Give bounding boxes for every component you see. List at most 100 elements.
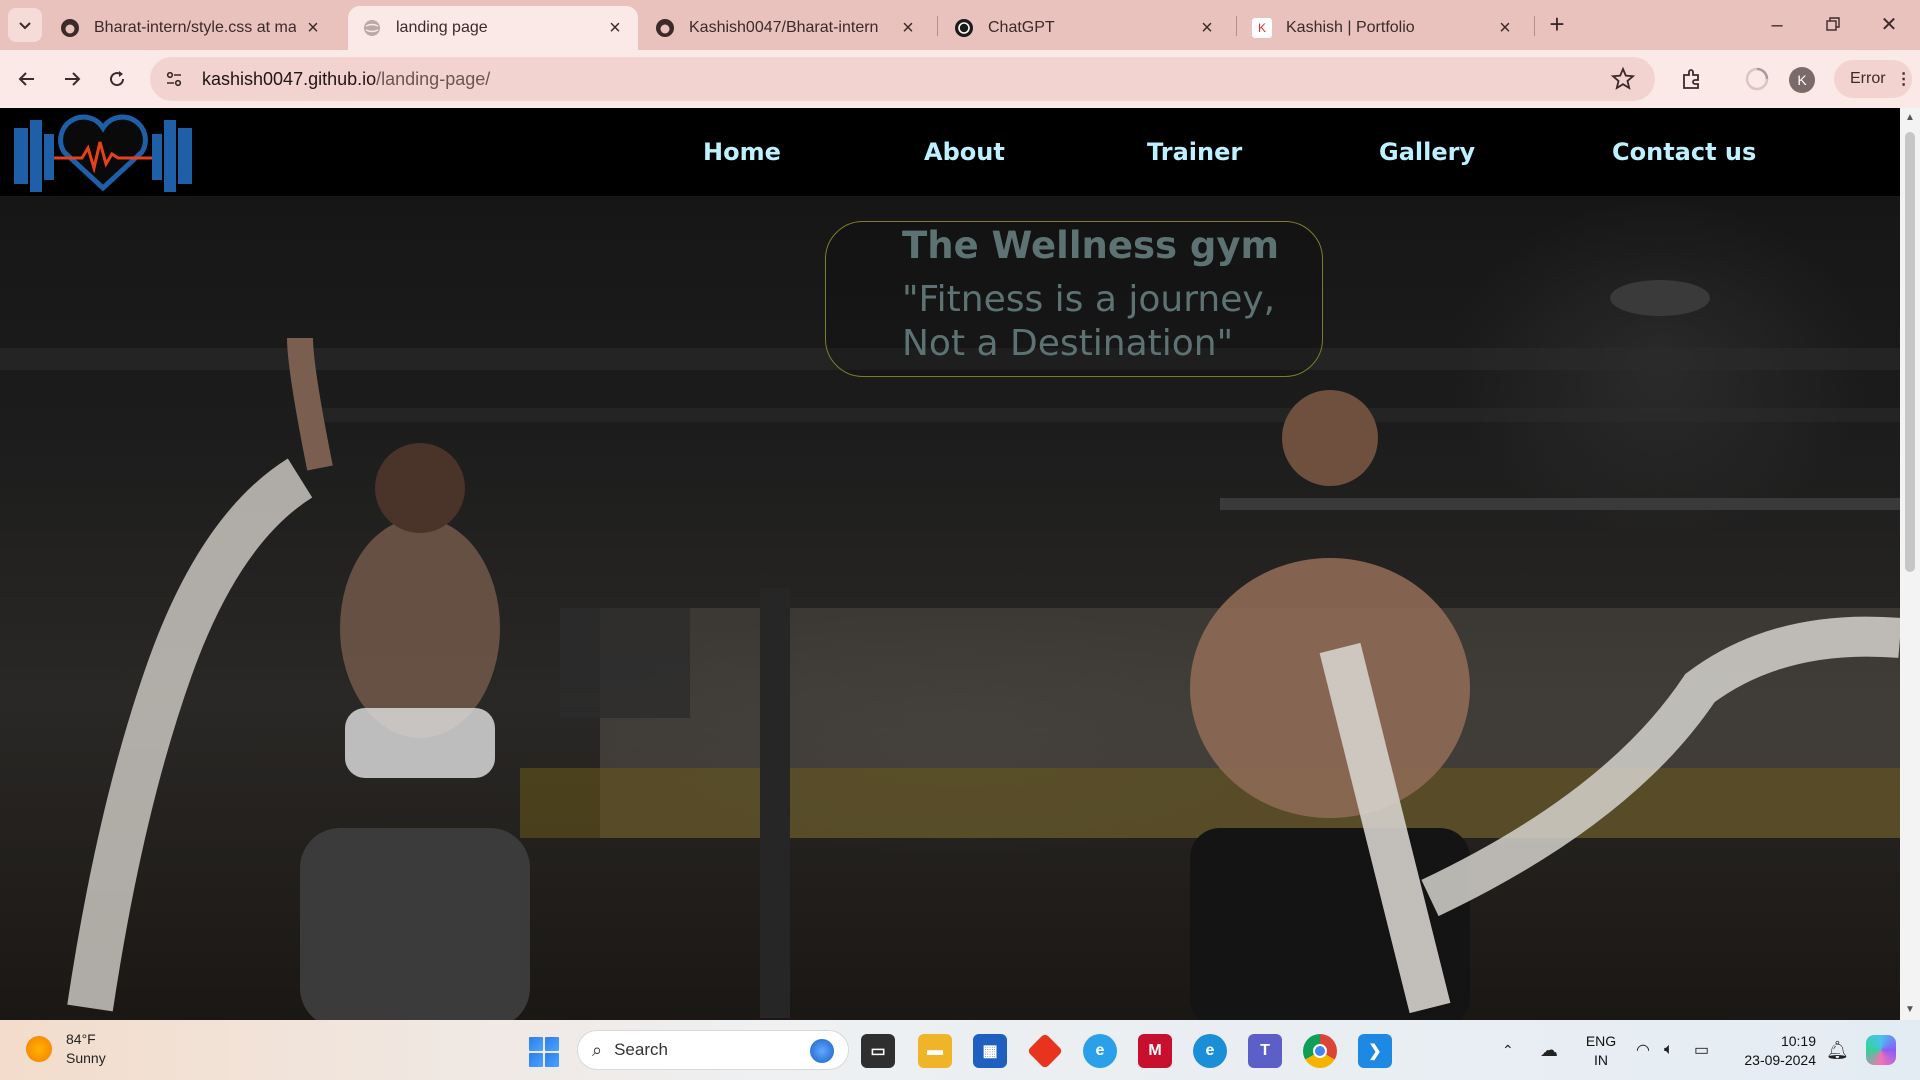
loading-spinner-icon (1742, 64, 1772, 94)
hero-card: The Wellness gym "Fitness is a journey, … (825, 221, 1323, 377)
restore-icon (1826, 17, 1840, 31)
mcafee-icon[interactable]: M (1138, 1034, 1172, 1068)
scroll-up-icon[interactable]: ▲ (1904, 112, 1916, 123)
hero-quote: "Fitness is a journey, Not a Destination… (902, 279, 1276, 364)
reload-icon (110, 71, 125, 87)
more-vert-icon: ⋮ (1895, 71, 1912, 88)
tab-portfolio[interactable]: K Kashish | Portfolio × (1238, 6, 1528, 50)
close-icon[interactable]: × (606, 17, 624, 40)
close-icon[interactable]: × (304, 17, 322, 40)
close-icon[interactable]: × (899, 17, 917, 40)
error-button[interactable]: Error ⋮ (1834, 60, 1912, 98)
windows-taskbar: 84°F Sunny ⌕ Search ▭ ▬ ▦ e M e T ❯ ⌃ ☁ … (0, 1020, 1920, 1080)
address-bar[interactable]: kashish0047.github.io/landing-page/ (150, 57, 1655, 101)
chevron-down-icon (19, 22, 31, 30)
arrow-right-icon (65, 72, 81, 86)
tab-title: Kashish | Portfolio (1286, 19, 1415, 36)
gym-heart-logo[interactable] (14, 114, 194, 194)
arrow-left-icon (18, 72, 34, 86)
battery-icon[interactable]: ▭ (1694, 1020, 1709, 1080)
notification-bell-icon[interactable]: 🔔︎ (1826, 1020, 1849, 1080)
volume-icon[interactable]: 🔈︎ (1664, 1020, 1674, 1080)
tab-title: Bharat-intern/style.css at main · (94, 19, 296, 36)
screen: Bharat-intern/style.css at main · × land… (0, 0, 1920, 1080)
weather-widget[interactable]: 84°F Sunny (26, 1030, 106, 1068)
language-region: IN (1594, 1052, 1608, 1068)
clock-time: 10:19 (1780, 1033, 1816, 1049)
onedrive-icon[interactable]: ☁ (1540, 1020, 1558, 1080)
wifi-icon[interactable]: ◠ (1636, 1020, 1650, 1080)
nav-link-trainer[interactable]: Trainer (1147, 138, 1242, 166)
nav-link-home[interactable]: Home (703, 138, 781, 166)
restore-button[interactable] (1808, 10, 1858, 40)
weather-condition: Sunny (66, 1050, 106, 1066)
browser-toolbar: kashish0047.github.io/landing-page/ (0, 50, 1920, 108)
tab-bharat-intern[interactable]: Kashish0047/Bharat-intern × (641, 6, 931, 50)
tab-style-css[interactable]: Bharat-intern/style.css at main · × (46, 6, 336, 50)
taskbar-search-placeholder: Search (614, 1040, 668, 1059)
nav-link-gallery[interactable]: Gallery (1379, 138, 1475, 166)
site-info-icon[interactable] (154, 59, 194, 99)
tab-landing-page[interactable]: landing page × (348, 6, 638, 50)
hero-title: The Wellness gym (902, 224, 1280, 267)
close-icon[interactable]: × (1496, 17, 1514, 40)
url-text: kashish0047.github.io/landing-page/ (202, 69, 490, 90)
chatgpt-icon (954, 18, 974, 38)
tab-separator (1236, 16, 1237, 36)
language-indicator[interactable]: ENG IN (1584, 1032, 1618, 1070)
bookmark-star-icon[interactable] (1609, 65, 1637, 93)
page-scrollbar[interactable]: ▲ ▼ (1900, 108, 1920, 1020)
tab-title: ChatGPT (988, 19, 1055, 36)
tab-search-button[interactable] (8, 8, 42, 42)
extensions-icon[interactable] (1677, 64, 1707, 94)
tab-title: landing page (396, 19, 488, 36)
copilot-icon[interactable] (1866, 1020, 1896, 1080)
nav-link-about[interactable]: About (924, 138, 1005, 166)
edge-icon[interactable]: e (1193, 1034, 1227, 1068)
error-label: Error (1850, 70, 1886, 87)
weather-temperature: 84°F (66, 1031, 96, 1047)
site-navbar: Home About Trainer Gallery Contact us (0, 108, 1900, 196)
tab-separator (937, 16, 938, 36)
globe-icon (362, 18, 382, 38)
minimize-button[interactable]: – (1752, 10, 1802, 40)
bing-globe-icon (810, 1039, 834, 1063)
nav-link-contact[interactable]: Contact us (1612, 138, 1756, 166)
tab-separator (1534, 16, 1535, 36)
forward-button[interactable] (55, 62, 89, 96)
office-icon[interactable] (1026, 1032, 1064, 1070)
profile-avatar[interactable]: K (1789, 67, 1815, 93)
vscode-icon[interactable]: ❯ (1358, 1034, 1392, 1068)
tab-title: Kashish0047/Bharat-intern (689, 19, 879, 36)
tab-chatgpt[interactable]: ChatGPT × (940, 6, 1230, 50)
close-window-button[interactable]: ✕ (1864, 10, 1914, 40)
search-icon: ⌕ (592, 1039, 603, 1060)
close-icon[interactable]: × (1198, 17, 1216, 40)
sun-icon (26, 1036, 52, 1062)
task-view-icon[interactable]: ▭ (861, 1034, 895, 1068)
show-hidden-icons[interactable]: ⌃ (1502, 1020, 1514, 1080)
browser-tab-strip: Bharat-intern/style.css at main · × land… (0, 0, 1920, 50)
k-icon: K (1252, 18, 1272, 38)
microsoft-store-icon[interactable]: ▦ (973, 1034, 1007, 1068)
scroll-thumb[interactable] (1905, 132, 1915, 572)
url-path: /landing-page/ (376, 68, 491, 89)
new-tab-button[interactable]: + (1542, 10, 1572, 40)
edge-beta-icon[interactable]: e (1083, 1034, 1117, 1068)
weather-text: 84°F Sunny (66, 1030, 106, 1068)
back-button[interactable] (10, 62, 44, 96)
teams-icon[interactable]: T (1248, 1034, 1282, 1068)
scroll-down-icon[interactable]: ▼ (1904, 1004, 1916, 1015)
clock-date: 23-09-2024 (1744, 1052, 1816, 1068)
taskbar-search-box[interactable]: ⌕ Search (577, 1030, 849, 1070)
windows-start-icon[interactable] (529, 1037, 559, 1067)
chrome-icon[interactable] (1303, 1034, 1337, 1068)
web-page: Home About Trainer Gallery Contact us Th… (0, 108, 1900, 1020)
github-icon (655, 18, 675, 38)
github-icon (60, 18, 80, 38)
reload-button[interactable] (100, 62, 134, 96)
taskbar-clock[interactable]: 10:19 23-09-2024 (1736, 1032, 1816, 1070)
file-explorer-icon[interactable]: ▬ (918, 1034, 952, 1068)
url-host: kashish0047.github.io (202, 68, 377, 89)
language-code: ENG (1585, 1033, 1617, 1049)
